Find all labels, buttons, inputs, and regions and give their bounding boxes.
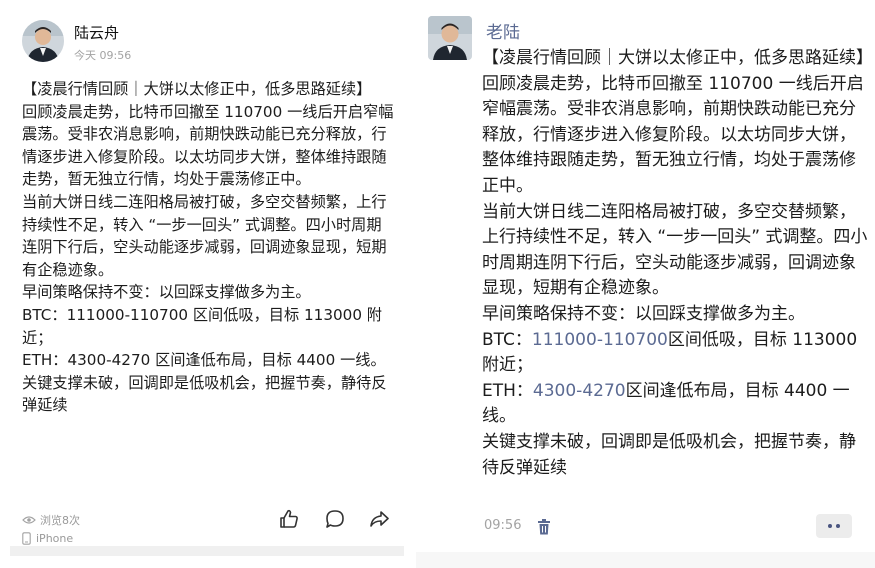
post-line: 回顾凌晨走势，比特币回撤至 110700 一线后开启窄幅震荡。受非农消息影响，前… (22, 102, 394, 189)
views-label: 浏览8次 (40, 514, 80, 527)
message-title: 【凌晨行情回顾｜大饼以太修正中，低多思路延续】 (482, 48, 873, 68)
sender-avatar[interactable] (428, 16, 472, 60)
post-line: BTC：111000-110700 区间低吸，目标 113000 附近； (22, 305, 382, 347)
post-line: 早间策略保持不变：以回踩支撑做多为主。 (22, 283, 311, 302)
post-line: 【凌晨行情回顾｜大饼以太修正中，低多思路延续】 (22, 80, 372, 98)
trash-icon[interactable] (536, 518, 552, 536)
author-avatar[interactable] (22, 20, 64, 62)
left-post-card: 陆云舟 今天 09:56 【凌晨行情回顾｜大饼以太修正中，低多思路延续】 回顾凌… (0, 0, 412, 568)
post-line: ETH：4300-4270 区间逢低布局，目标 4400 一线。 (22, 351, 386, 370)
more-options-button[interactable] (816, 514, 852, 538)
post-line: 当前大饼日线二连阳格局被打破，多空交替频繁，上行持续性不足，转入 “一步一回头”… (22, 192, 387, 279)
message-paragraph: 当前大饼日线二连阳格局被打破，多空交替频繁，上行持续性不足，转入 “一步一回头”… (482, 201, 868, 299)
avatar-photo-icon (428, 16, 472, 60)
eth-range-link[interactable]: 4300-4270 (533, 381, 626, 401)
trash-glyph (538, 519, 550, 535)
eth-line: ETH：4300-4270区间逢低布局，目标 4400 一线。 (482, 379, 870, 430)
message-time: 09:56 (484, 518, 522, 533)
btc-prefix: BTC： (482, 329, 532, 350)
message-closing: 关键支撑未破，回调即是低吸机会，把握节奏，静待反弹延续 (482, 431, 856, 478)
more-dot (836, 524, 840, 528)
btc-line: BTC：111000-110700区间低吸，目标 113000 附近； (482, 328, 870, 379)
right-bottom-divider (416, 552, 875, 568)
eye-icon (22, 516, 36, 524)
post-body: 【凌晨行情回顾｜大饼以太修正中，低多思路延续】 回顾凌晨走势，比特币回撤至 11… (22, 78, 396, 417)
message-paragraph: 早间策略保持不变：以回踩支撑做多为主。 (482, 303, 805, 324)
sender-name[interactable]: 老陆 (486, 18, 520, 43)
post-footer: 浏览8次 iPhone (22, 508, 402, 548)
right-chat-message: 老陆 【凌晨行情回顾｜大饼以太修正中，低多思路延续】 回顾凌晨走势，比特币回撤至… (416, 0, 875, 568)
left-bottom-divider (10, 546, 404, 556)
views-count: 浏览8次 (22, 512, 80, 528)
share-icon (370, 511, 389, 527)
message-paragraph: 回顾凌晨走势，比特币回撤至 110700 一线后开启窄幅震荡。受非农消息影响，前… (482, 73, 864, 196)
avatar-photo-icon (22, 20, 64, 62)
post-time: 今天 09:56 (74, 49, 132, 62)
message-body: 【凌晨行情回顾｜大饼以太修正中，低多思路延续】 回顾凌晨走势，比特币回撤至 11… (482, 46, 873, 481)
post-line: 关键支撑未破，回调即是低吸机会，把握节奏，静待反弹延续 (22, 373, 387, 415)
device-label: iPhone (36, 532, 74, 545)
eth-prefix: ETH： (482, 380, 533, 401)
author-name[interactable]: 陆云舟 (74, 22, 119, 43)
comment-icon (326, 510, 344, 528)
btc-range-link[interactable]: 111000-110700 (532, 330, 668, 350)
like-button[interactable] (276, 506, 302, 532)
phone-icon (22, 532, 31, 545)
thumbs-up-icon (280, 509, 298, 528)
device-source: iPhone (22, 532, 73, 545)
share-button[interactable] (366, 506, 392, 532)
more-dot (828, 524, 832, 528)
comment-button[interactable] (322, 506, 348, 532)
